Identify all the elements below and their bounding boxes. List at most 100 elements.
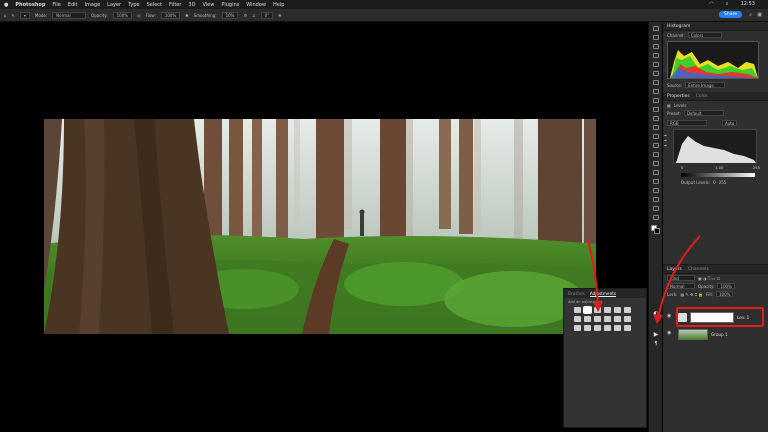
color-tab[interactable]: Color	[696, 94, 708, 99]
wifi-icon[interactable]: ◠	[709, 1, 713, 7]
menu-filter[interactable]: Filter	[169, 2, 181, 8]
hue-saturation-icon[interactable]	[574, 316, 581, 322]
gradient-map-2-icon[interactable]	[614, 325, 621, 331]
properties-tab[interactable]: Properties	[667, 94, 690, 99]
exposure-icon[interactable]	[604, 307, 611, 313]
symmetry-icon[interactable]: ✥	[278, 13, 281, 18]
crop-tool-icon[interactable]	[652, 62, 659, 67]
smoothing-input[interactable]: 10%	[221, 11, 239, 19]
healing-tool-icon[interactable]	[652, 89, 659, 94]
adjustments-tab[interactable]: Adjustments	[589, 291, 617, 297]
histogram-source-select[interactable]: Entire Image	[685, 82, 726, 88]
output-white-value[interactable]: 255	[719, 180, 727, 185]
layer-visibility-eye-icon[interactable]: ◉	[667, 313, 671, 319]
photo-filter-icon[interactable]	[604, 316, 611, 322]
gradient-map-icon[interactable]	[614, 307, 621, 313]
marquee-tool-icon[interactable]	[652, 35, 659, 40]
levels-icon-button[interactable]	[583, 306, 592, 314]
airbrush-icon[interactable]: ✱	[185, 13, 188, 18]
menu-view[interactable]: View	[202, 2, 214, 8]
adjustments-dock-icon[interactable]: ◐	[650, 310, 662, 317]
workspace-icon[interactable]: ▣	[757, 12, 762, 18]
shadows-highlights-icon[interactable]	[624, 325, 631, 331]
play-action-icon[interactable]: ▶	[650, 331, 662, 338]
menu-3d[interactable]: 3D	[188, 2, 195, 8]
input-gamma-value[interactable]: 1.00	[715, 165, 723, 170]
color-balance-icon[interactable]	[584, 316, 591, 322]
blend-mode-select[interactable]: Normal	[667, 283, 695, 289]
layer-opacity-input[interactable]: 100%	[717, 283, 735, 289]
zoom-tool-icon[interactable]	[652, 206, 659, 211]
lasso-tool-icon[interactable]	[652, 44, 659, 49]
angle-input[interactable]: 0°	[260, 11, 274, 19]
eyedropper-tool-icon[interactable]	[652, 80, 659, 85]
menu-type[interactable]: Type	[128, 2, 139, 8]
input-black-value[interactable]: 0	[681, 165, 683, 170]
app-name[interactable]: Photoshop	[15, 2, 45, 8]
channel-mixer-icon[interactable]	[614, 316, 621, 322]
gradient-tool-icon[interactable]	[652, 134, 659, 139]
paragraph-icon[interactable]: ¶	[650, 341, 662, 347]
search-icon[interactable]: ⌕	[726, 1, 729, 7]
histogram-channel-select[interactable]: Colors	[687, 32, 722, 38]
path-select-tool-icon[interactable]	[652, 179, 659, 184]
smoothing-options-gear-icon[interactable]: ⚙	[243, 13, 247, 18]
brush-tool-icon[interactable]: ✎	[12, 13, 15, 18]
brightness-contrast-icon[interactable]	[574, 307, 581, 313]
angle-icon[interactable]: ∠	[252, 13, 256, 18]
edit-toolbar-icon[interactable]	[652, 215, 659, 220]
histogram-tab[interactable]: Histogram	[667, 24, 690, 29]
menu-image[interactable]: Image	[84, 2, 100, 8]
dodge-tool-icon[interactable]	[652, 152, 659, 157]
search-icon-top[interactable]: ⌕	[749, 12, 752, 18]
background-color[interactable]	[654, 228, 660, 234]
preset-select[interactable]: Default	[683, 110, 724, 116]
menu-layer[interactable]: Layer	[107, 2, 121, 8]
curves-icon[interactable]	[594, 307, 601, 313]
menu-window[interactable]: Window	[246, 2, 266, 8]
output-black-value[interactable]: 0	[713, 180, 716, 185]
color-lookup-icon[interactable]	[624, 316, 631, 322]
menu-edit[interactable]: Edit	[68, 2, 78, 8]
menu-plugins[interactable]: Plugins	[221, 2, 239, 8]
filter-icons[interactable]: ▣ ◑ T ▭ ⊡	[698, 276, 720, 281]
levels-channel-select[interactable]: RGB	[667, 120, 707, 126]
menu-select[interactable]: Select	[147, 2, 162, 8]
clock[interactable]: 12:53	[741, 1, 755, 7]
history-brush-tool-icon[interactable]	[652, 116, 659, 121]
white-point-eyedropper-icon[interactable]: ✒	[664, 143, 671, 148]
layer-kind-select[interactable]: Kind	[667, 275, 695, 281]
canvas-image[interactable]	[44, 119, 596, 334]
layers-tab[interactable]: Layers	[667, 267, 682, 272]
layer-visibility-eye-icon[interactable]: ◉	[667, 330, 671, 336]
black-white-icon[interactable]	[594, 316, 601, 322]
eraser-tool-icon[interactable]	[652, 125, 659, 130]
vibrance-icon[interactable]	[624, 307, 631, 313]
menu-file[interactable]: File	[52, 2, 60, 8]
pen-tool-icon[interactable]	[652, 161, 659, 166]
apple-icon[interactable]: ●	[4, 2, 8, 8]
share-button[interactable]: Share	[719, 11, 742, 18]
fill-input[interactable]: 100%	[715, 291, 734, 297]
frame-tool-icon[interactable]	[652, 71, 659, 76]
clone-stamp-tool-icon[interactable]	[652, 107, 659, 112]
selective-color-icon[interactable]	[604, 325, 611, 331]
brush-preset-picker[interactable]: ▾	[19, 11, 30, 19]
layer-row-group[interactable]: Group 1	[678, 326, 768, 342]
flow-input[interactable]: 100%	[160, 11, 181, 19]
channels-tab[interactable]: Channels	[688, 267, 709, 272]
type-tool-icon[interactable]	[652, 170, 659, 175]
lock-icons[interactable]: ▦ ✎ ✥ ⌗ 🔒	[680, 292, 703, 297]
opacity-input[interactable]: 100%	[112, 11, 133, 19]
layer-name-group[interactable]: Group 1	[711, 332, 728, 337]
quick-select-tool-icon[interactable]	[652, 53, 659, 58]
blur-tool-icon[interactable]	[652, 143, 659, 148]
invert-icon[interactable]	[574, 325, 581, 331]
shape-tool-icon[interactable]	[652, 188, 659, 193]
home-icon[interactable]: ⌂	[4, 13, 7, 18]
input-white-value[interactable]: 255	[753, 165, 760, 170]
mode-select[interactable]: Normal	[52, 11, 87, 19]
auto-button[interactable]: Auto	[722, 120, 738, 126]
brush-tool-strip-icon[interactable]	[652, 98, 659, 103]
hand-tool-icon[interactable]	[652, 197, 659, 202]
